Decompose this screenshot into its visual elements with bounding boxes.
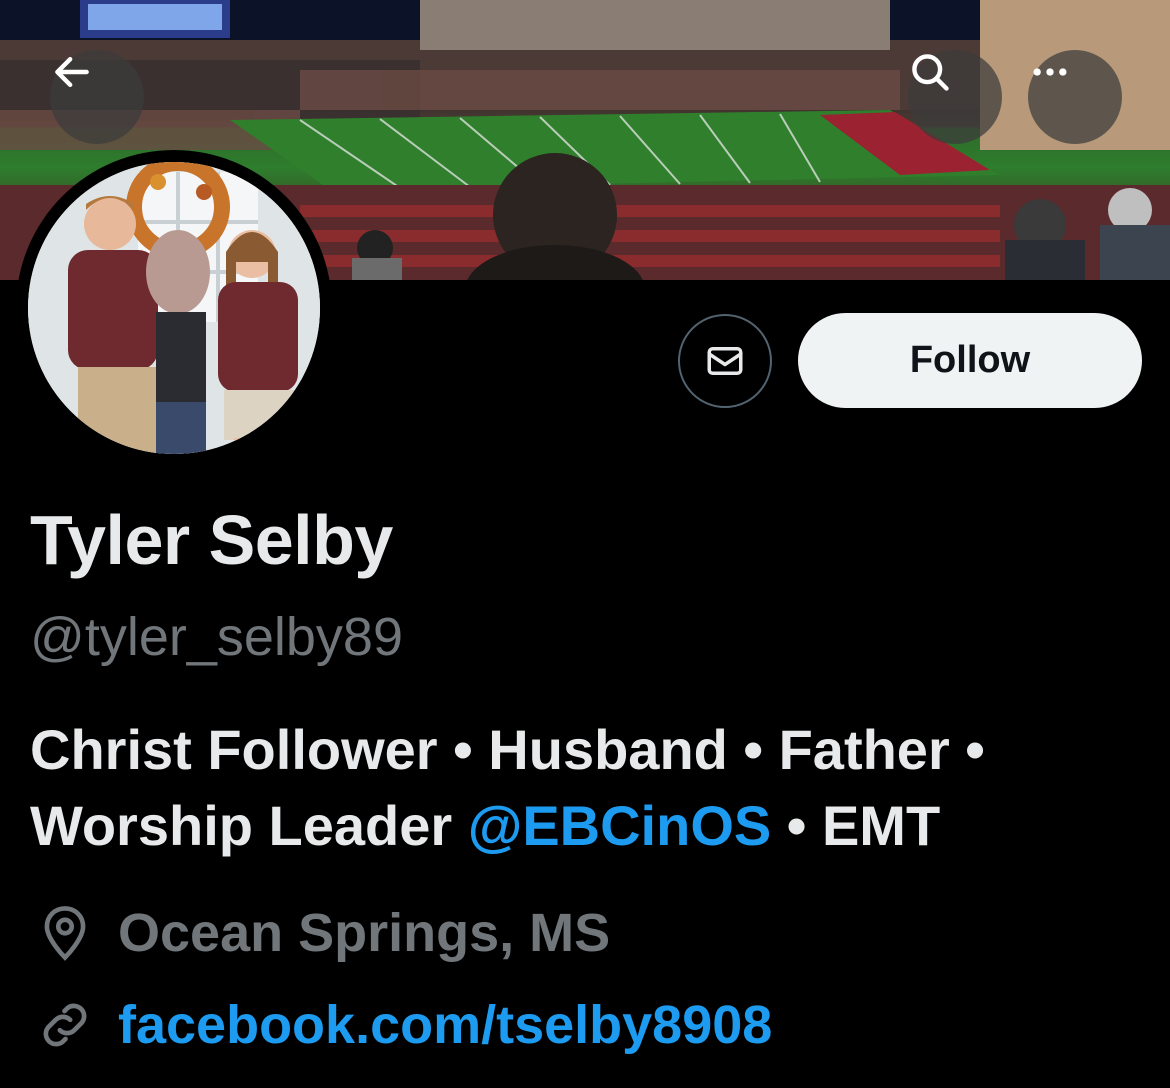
envelope-icon: [707, 347, 743, 375]
follow-button[interactable]: Follow: [798, 313, 1142, 408]
profile-handle: @tyler_selby89: [30, 607, 403, 667]
avatar-photo: [28, 162, 320, 454]
profile-location: Ocean Springs, MS: [118, 903, 611, 963]
bio-text-part2: • EMT: [771, 794, 941, 857]
message-button[interactable]: [678, 314, 772, 408]
location-pin-icon: [30, 898, 100, 968]
profile-bio: Christ Follower • Husband • Father • Wor…: [30, 712, 1150, 864]
link-icon: [30, 990, 100, 1060]
profile-name: Tyler Selby: [30, 501, 393, 579]
bio-mention-link[interactable]: @EBCinOS: [468, 794, 772, 857]
profile-website-row: facebook.com/tselby8908: [30, 990, 772, 1060]
search-icon: [912, 54, 949, 91]
search-button[interactable]: [908, 50, 1002, 144]
more-options-button[interactable]: [1028, 50, 1122, 144]
back-button[interactable]: [50, 50, 144, 144]
profile-location-row: Ocean Springs, MS: [30, 898, 610, 968]
profile-website-link[interactable]: facebook.com/tselby8908: [118, 994, 772, 1056]
arrow-left-icon: [55, 56, 89, 88]
more-horizontal-icon: [1033, 68, 1067, 76]
profile-avatar[interactable]: [16, 150, 332, 466]
